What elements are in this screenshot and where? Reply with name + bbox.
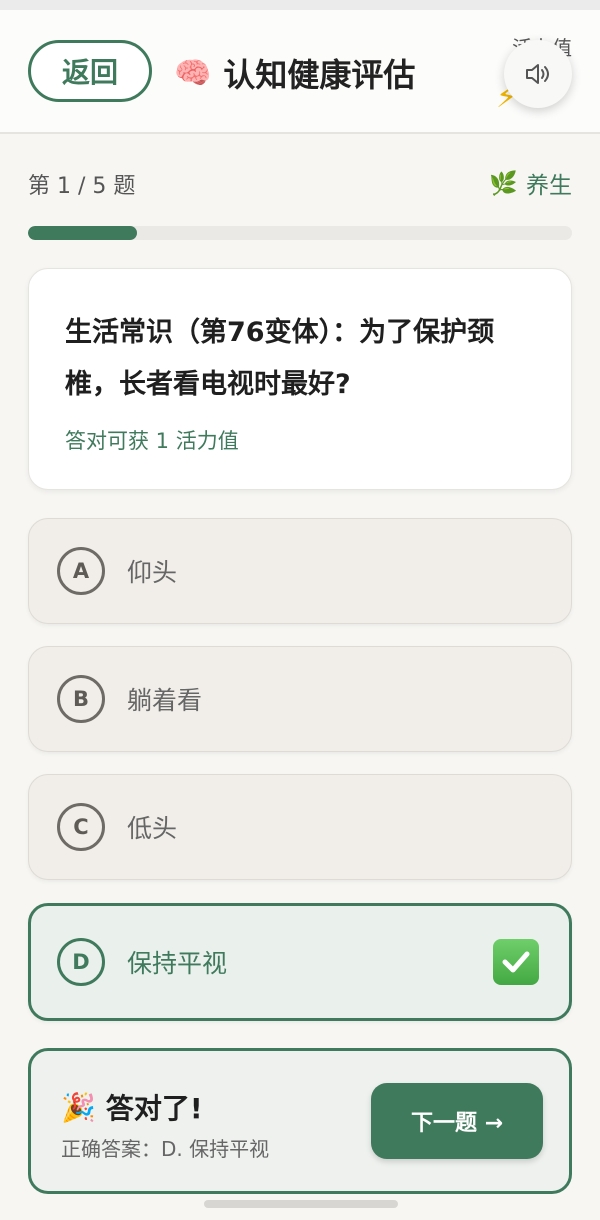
result-title: 🎉 答对了! <box>61 1087 203 1127</box>
result-title-text: 答对了! <box>105 1092 203 1125</box>
category-tag: 🌿 养生 <box>489 166 572 200</box>
option-text: 保持平视 <box>127 949 228 978</box>
question-count: 第 1 / 5 题 <box>28 174 136 199</box>
result-panel: 🎉 答对了! 正确答案：D. 保持平视 下一题 → <box>28 1048 572 1194</box>
option-letter: C <box>57 803 105 851</box>
brain-icon: 🧠 <box>174 55 212 91</box>
option-letter: A <box>57 547 105 595</box>
option-text: 仰头 <box>127 558 178 587</box>
page-title-text: 认知健康评估 <box>223 56 416 94</box>
option-d[interactable]: D 保持平视 <box>28 903 572 1021</box>
question-text: 生活常识（第76变体）：为了保护颈椎，长者看电视时最好? <box>65 317 495 400</box>
sound-button[interactable] <box>504 40 572 108</box>
reward-text: 答对可获 1 活力值 <box>65 429 239 453</box>
option-b[interactable]: B 躺着看 <box>28 646 572 752</box>
question-card: 生活常识（第76变体）：为了保护颈椎，长者看电视时最好? 答对可获 1 活力值 <box>28 268 572 490</box>
status-bar <box>0 0 600 10</box>
back-button[interactable]: 返回 <box>28 40 152 102</box>
progress-bar <box>28 226 572 240</box>
progress-row: 第 1 / 5 题 🌿 养生 <box>28 164 572 200</box>
leaf-icon: 🌿 <box>489 170 518 197</box>
category-label: 养生 <box>526 173 572 199</box>
option-c[interactable]: C 低头 <box>28 774 572 880</box>
speaker-icon <box>526 64 549 84</box>
next-question-button[interactable]: 下一题 → <box>371 1083 543 1159</box>
progress-fill <box>28 226 137 240</box>
option-text: 低头 <box>127 814 178 843</box>
home-indicator <box>204 1200 398 1208</box>
correct-answer-text: 正确答案：D. 保持平视 <box>61 1137 270 1161</box>
option-text: 躺着看 <box>127 686 203 715</box>
option-letter: B <box>57 675 105 723</box>
check-icon <box>493 939 539 985</box>
option-a[interactable]: A 仰头 <box>28 518 572 624</box>
party-popper-icon: 🎉 <box>61 1090 96 1124</box>
option-letter: D <box>57 938 105 986</box>
page-title: 🧠 认知健康评估 <box>174 48 415 98</box>
